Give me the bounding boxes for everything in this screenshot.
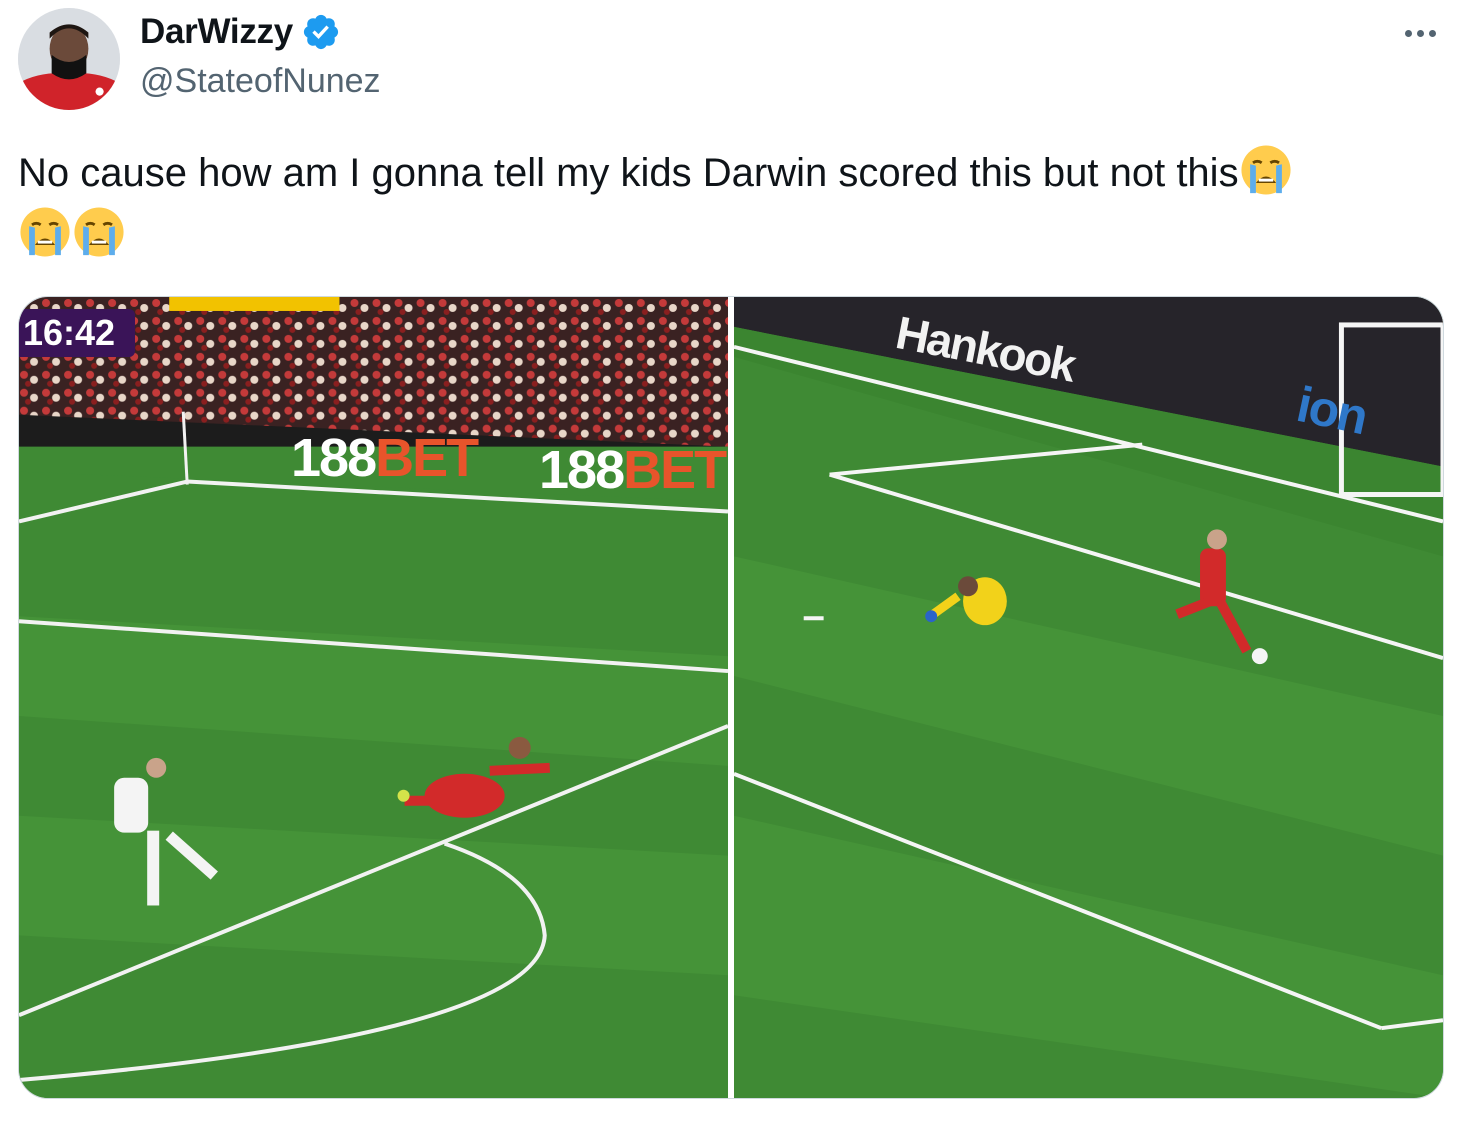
ad-board-number: 188 xyxy=(539,440,625,500)
display-name[interactable]: DarWizzy xyxy=(140,12,293,52)
media-grid[interactable]: 16:42 188BET 188BET Hankook ion xyxy=(18,296,1444,1099)
media-image-left[interactable]: 16:42 188BET 188BET xyxy=(19,297,728,1098)
ad-board-suffix: BET xyxy=(375,428,479,488)
ad-board-188bet-1: 188BET xyxy=(291,427,479,489)
ad-board-number: 188 xyxy=(291,428,377,488)
media-image-right[interactable]: Hankook ion xyxy=(734,297,1443,1098)
avatar[interactable] xyxy=(18,8,120,110)
name-row: DarWizzy xyxy=(140,10,381,54)
avatar-image xyxy=(18,8,120,110)
tweet-body: No cause how am I gonna tell my kids Dar… xyxy=(18,151,1239,195)
tweet-card: DarWizzy @StateofNunez No cause how am I… xyxy=(0,0,1460,1133)
match-clock: 16:42 xyxy=(19,309,136,357)
loudly-crying-face-icon xyxy=(73,206,125,258)
football-scene-left xyxy=(19,297,728,1098)
loudly-crying-face-icon xyxy=(19,206,71,258)
more-dot xyxy=(1404,29,1412,37)
more-dot xyxy=(1428,29,1436,37)
more-horizontal-icon[interactable] xyxy=(1398,20,1442,46)
ad-board-188bet-2: 188BET xyxy=(539,439,727,501)
ad-board-suffix: BET xyxy=(623,440,727,500)
loudly-crying-face-icon xyxy=(1240,144,1292,196)
tweet-text: No cause how am I gonna tell my kids Dar… xyxy=(18,142,1438,266)
verified-badge-icon xyxy=(301,12,341,52)
author-block: DarWizzy @StateofNunez xyxy=(140,10,381,101)
more-dot xyxy=(1416,29,1424,37)
handle[interactable]: @StateofNunez xyxy=(140,62,381,101)
